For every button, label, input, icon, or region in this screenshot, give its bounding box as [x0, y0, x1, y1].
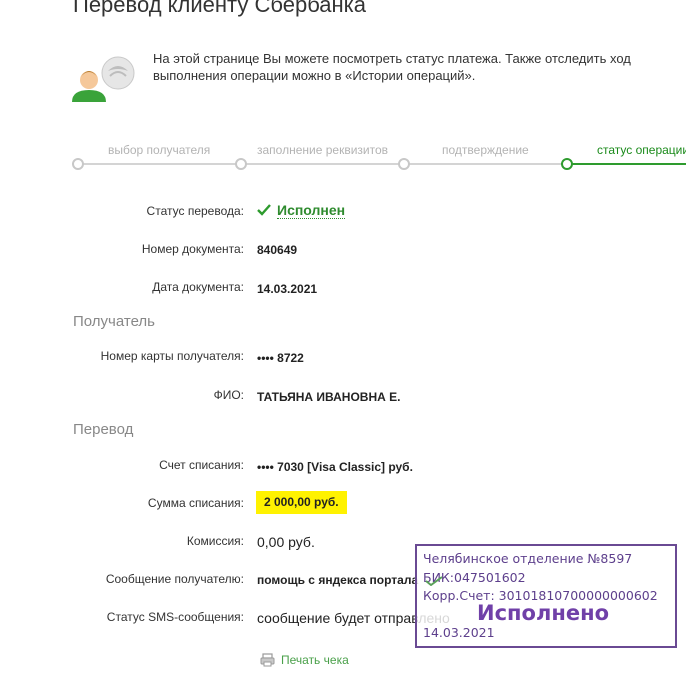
- transfer-section-title: Перевод: [73, 421, 134, 438]
- amount-label: Сумма списания:: [147, 496, 244, 510]
- bank-stamp: Челябинское отделение №8597 БИК:04750160…: [415, 544, 677, 648]
- doc-date-label: Дата документа:: [152, 280, 244, 294]
- printer-icon: [260, 653, 275, 667]
- step-fill-details: заполнение реквизитов: [257, 143, 389, 157]
- step-operation-status: статус операции: [597, 143, 686, 157]
- stamp-branch: Челябинское отделение №8597: [423, 551, 633, 566]
- checkmark-icon: [425, 576, 443, 586]
- commission-value: 0,00 руб.: [257, 534, 315, 550]
- name-value: ТАТЬЯНА ИВАНОВНА Е.: [257, 390, 401, 404]
- step-dot: [398, 158, 410, 170]
- status-text: Исполнен: [277, 202, 346, 219]
- status-value: Исполнен: [257, 202, 346, 219]
- step-recipient-choice: выбор получателя: [108, 143, 211, 157]
- check-icon: [257, 204, 271, 216]
- progress-track: [78, 163, 568, 165]
- card-number-label: Номер карты получателя:: [100, 349, 244, 363]
- amount-value: 2 000,00 руб.: [256, 491, 347, 514]
- account-value: •••• 7030 [Visa Classic] руб.: [257, 460, 413, 474]
- name-label: ФИО:: [213, 388, 244, 402]
- step-dot: [72, 158, 84, 170]
- doc-number-value: 840649: [257, 243, 298, 257]
- doc-date-value: 14.03.2021: [257, 282, 318, 296]
- card-number-value: •••• 8722: [257, 351, 304, 365]
- page-title: Перевод клиенту Сбербанка: [73, 0, 367, 17]
- print-receipt-link[interactable]: Печать чека: [260, 653, 349, 667]
- stamp-date: 14.03.2021: [423, 625, 495, 640]
- message-value: помощь с яндекса портала: [257, 573, 419, 587]
- doc-number-label: Номер документа:: [141, 242, 244, 256]
- account-label: Счет списания:: [159, 458, 244, 472]
- recipient-section-title: Получатель: [73, 313, 155, 330]
- step-dot: [235, 158, 247, 170]
- progress-track-active: [568, 163, 686, 165]
- message-label: Сообщение получателю:: [105, 572, 244, 586]
- status-label: Статус перевода:: [146, 204, 244, 218]
- sms-status-label: Статус SMS-сообщения:: [106, 610, 244, 624]
- commission-label: Комиссия:: [186, 534, 244, 548]
- step-confirmation: подтверждение: [442, 143, 529, 157]
- print-receipt-label: Печать чека: [281, 653, 349, 667]
- user-avatar-icon: [72, 56, 135, 102]
- step-dot-active: [561, 158, 573, 170]
- stamp-status: Исполнено: [477, 601, 610, 625]
- intro-text: На этой странице Вы можете посмотреть ст…: [153, 51, 631, 83]
